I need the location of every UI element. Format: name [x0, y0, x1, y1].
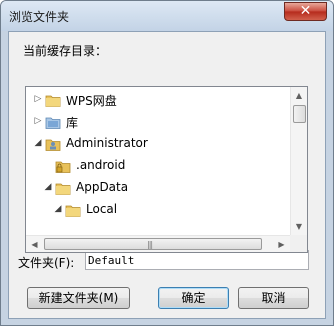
new-folder-button[interactable]: 新建文件夹(M)	[27, 287, 130, 309]
folder-icon	[44, 92, 62, 108]
vertical-scrollbar[interactable]: ▲ ▼	[290, 87, 307, 235]
grip-icon: |||	[147, 240, 153, 249]
folder-field[interactable]	[85, 250, 309, 270]
tree-item-label: Administrator	[66, 136, 148, 150]
user-folder-icon	[44, 136, 62, 152]
title-bar[interactable]: 浏览文件夹 ✕	[1, 1, 333, 31]
tree-item-library[interactable]: ▷ 库	[26, 111, 290, 133]
horizontal-scrollbar[interactable]: ◀ ||| ▶	[26, 235, 290, 252]
folder-icon	[54, 180, 72, 196]
tree-item-label: AppData	[76, 180, 129, 194]
ok-button[interactable]: 确定	[158, 287, 229, 309]
tree-item-local[interactable]: ◢ Local	[26, 199, 290, 221]
close-icon: ✕	[299, 3, 312, 19]
folder-field-label: 文件夹(F):	[18, 256, 75, 270]
collapse-arrow-icon[interactable]: ◢	[33, 138, 43, 148]
close-button[interactable]: ✕	[284, 2, 327, 21]
collapse-arrow-icon[interactable]: ◢	[43, 182, 53, 192]
scroll-down-icon[interactable]: ▼	[291, 218, 307, 235]
cancel-button[interactable]: 取消	[238, 287, 309, 309]
tree-item-label: .android	[76, 158, 126, 172]
window-title: 浏览文件夹	[9, 10, 70, 24]
library-icon	[44, 114, 62, 130]
tree-item-label: Local	[86, 202, 118, 216]
horizontal-scroll-thumb[interactable]: |||	[44, 238, 262, 250]
tree-item-wps-cloud[interactable]: ▷ WPS网盘	[26, 89, 290, 111]
tree-item-administrator[interactable]: ◢ Administrator	[26, 133, 290, 155]
scroll-up-icon[interactable]: ▲	[291, 87, 307, 104]
prompt-text: 当前缓存目录：	[23, 44, 108, 58]
locked-folder-icon	[54, 158, 72, 174]
collapse-arrow-icon[interactable]: ◢	[53, 204, 63, 214]
expand-arrow-icon[interactable]: ▷	[33, 94, 43, 104]
folder-tree-viewport: ▷ WPS网盘 ▷ 库 ◢ Administrator .android ◢ A…	[26, 87, 290, 235]
tree-item-label: WPS网盘	[66, 94, 117, 108]
scroll-left-icon[interactable]: ◀	[26, 236, 43, 252]
scrollbar-corner	[290, 235, 307, 252]
scroll-right-icon[interactable]: ▶	[273, 236, 290, 252]
tree-item-android[interactable]: .android	[26, 155, 290, 177]
browse-folder-dialog: 浏览文件夹 ✕ 当前缓存目录： 文件夹(F): 新建文件夹(M) 确定 取消 ▷…	[0, 0, 334, 326]
expand-arrow-icon[interactable]: ▷	[33, 116, 43, 126]
vertical-scroll-thumb[interactable]	[293, 105, 306, 123]
folder-icon	[64, 202, 82, 218]
tree-item-appdata[interactable]: ◢ AppData	[26, 177, 290, 199]
tree-item-label: 库	[66, 116, 79, 130]
folder-tree[interactable]: ▷ WPS网盘 ▷ 库 ◢ Administrator .android ◢ A…	[25, 86, 308, 253]
